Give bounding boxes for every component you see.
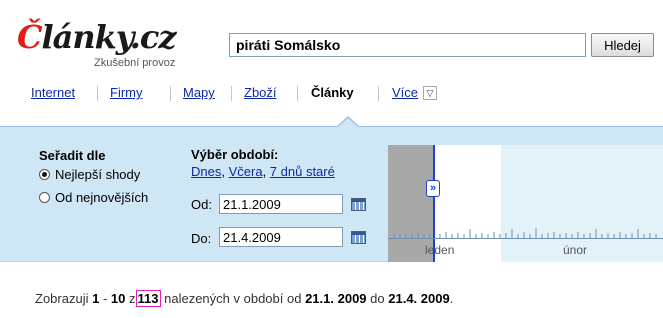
results-to-word: do: [370, 291, 385, 306]
results-total-count: 113: [135, 290, 161, 307]
date-to-label: Do:: [191, 231, 212, 246]
chevron-down-icon[interactable]: ▽: [423, 86, 437, 100]
timeline-month-label: únor: [563, 243, 588, 257]
nav-item-clanky[interactable]: Články: [311, 85, 354, 100]
results-date-to: 21.4. 2009: [388, 291, 450, 306]
sort-option-best[interactable]: Nejlepší shody: [39, 167, 140, 182]
results-to: 10: [110, 291, 126, 306]
calendar-icon[interactable]: [351, 198, 366, 211]
radio-selected[interactable]: [39, 169, 50, 180]
nav-divider: [231, 86, 232, 101]
results-from: 1: [92, 291, 100, 306]
logo[interactable]: Články.cz Zkušební provoz: [17, 20, 197, 75]
nav-item-internet[interactable]: Internet: [31, 85, 75, 100]
nav-divider: [297, 86, 298, 101]
results-date-from: 21.1. 2009: [305, 291, 367, 306]
logo-subtitle: Zkušební provoz: [94, 57, 176, 69]
nav-divider: [97, 86, 98, 101]
results-dash: -: [102, 291, 108, 306]
timeline-handle-icon[interactable]: »: [426, 180, 440, 197]
period-link-yesterday[interactable]: Včera: [229, 164, 263, 179]
results-end: .: [449, 291, 454, 306]
results-prefix: Zobrazuji: [35, 291, 89, 306]
timeline-month-label: leden: [425, 243, 455, 257]
results-summary: Zobrazuji 1 - 10 z 113 nalezených v obdob…: [35, 290, 454, 307]
calendar-icon[interactable]: [351, 231, 366, 244]
period-link-week[interactable]: 7 dnů staré: [270, 164, 335, 179]
sort-option-label: Nejlepší shody: [55, 167, 141, 182]
nav-item-mapy[interactable]: Mapy: [183, 85, 215, 100]
radio-unselected[interactable]: [39, 192, 50, 203]
period-title: Výběr období:: [191, 147, 279, 162]
sort-option-newest[interactable]: Od nejnovějších: [39, 190, 148, 205]
date-from-label: Od:: [191, 197, 212, 212]
search-button[interactable]: Hledej: [591, 33, 654, 57]
date-from-input[interactable]: [219, 194, 343, 214]
search-input[interactable]: [229, 33, 586, 57]
nav-divider: [170, 86, 171, 101]
timeline-axis: [388, 238, 663, 239]
results-of: z: [129, 291, 136, 306]
timeline-slider[interactable]: » leden únor: [388, 145, 663, 262]
sort-option-label: Od nejnovějších: [55, 190, 149, 205]
period-quick-links: Dnes, Včera, 7 dnů staré: [191, 164, 335, 179]
logo-wordmark: Články.cz: [17, 18, 177, 56]
date-to-input[interactable]: [219, 227, 343, 247]
nav-item-vice[interactable]: Více: [392, 85, 418, 100]
panel-pointer-fill: [338, 118, 358, 127]
period-link-today[interactable]: Dnes: [191, 164, 221, 179]
nav-divider: [378, 86, 379, 101]
nav-item-firmy[interactable]: Firmy: [110, 85, 143, 100]
sort-title: Seřadit dle: [39, 148, 106, 163]
results-middle-text: nalezených v období od: [164, 291, 302, 306]
nav-item-zbozi[interactable]: Zboží: [244, 85, 277, 100]
